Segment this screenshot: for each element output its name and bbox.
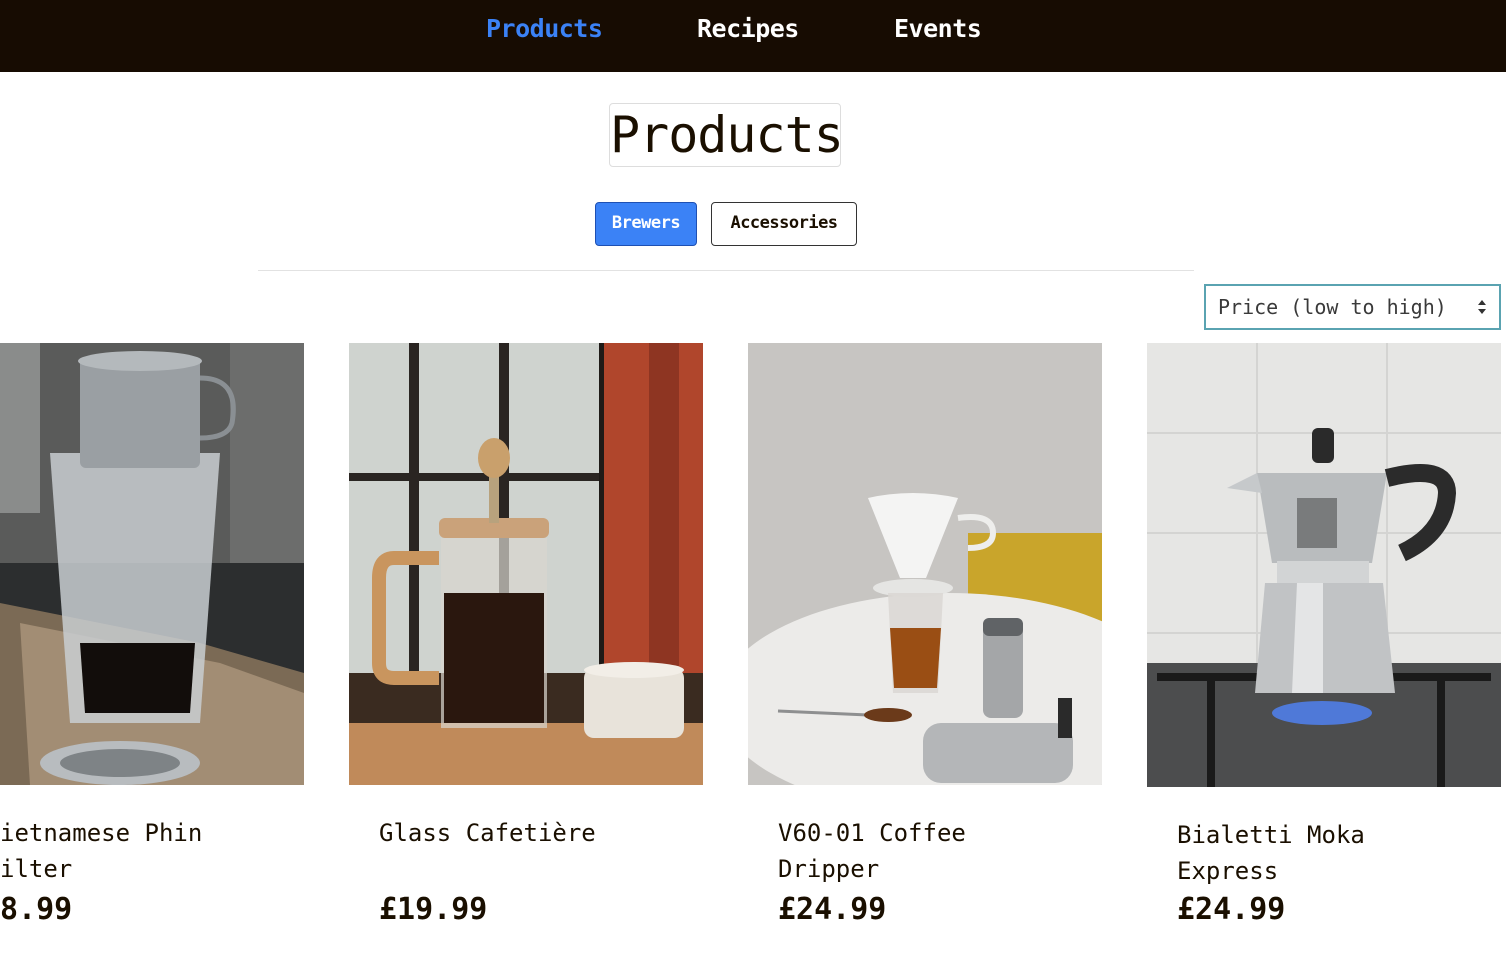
product-name-text: Glass Cafetière <box>379 819 596 847</box>
divider <box>258 270 1194 271</box>
sort-select-value: Price (low to high) <box>1218 295 1447 319</box>
product-price: £19.99 <box>379 892 488 927</box>
product-image-glass-cafetiere[interactable] <box>349 343 703 785</box>
product-price: 8.99 <box>0 892 73 927</box>
product-name[interactable]: Glass Cafetière <box>379 815 699 851</box>
product-name[interactable]: V60-01 Coffee Dripper <box>778 815 1098 887</box>
product-price: £24.99 <box>778 892 887 927</box>
product-image-v60-dripper[interactable] <box>748 343 1102 785</box>
sort-arrows-icon <box>1478 300 1486 314</box>
nav-item-recipes[interactable]: Recipes <box>697 14 799 43</box>
product-image-moka-express[interactable] <box>1147 343 1501 787</box>
tab-accessories[interactable]: Accessories <box>711 202 857 246</box>
tab-brewers[interactable]: Brewers <box>595 202 697 246</box>
product-name-text: Bialetti Moka Express <box>1177 821 1365 885</box>
product-name-text: ietnamese Phin ilter <box>0 819 203 883</box>
product-name[interactable]: ietnamese Phin ilter <box>0 815 320 887</box>
product-price: £24.99 <box>1177 892 1286 927</box>
nav-item-events[interactable]: Events <box>894 14 982 43</box>
nav-item-products[interactable]: Products <box>486 14 603 43</box>
product-image-phin-filter[interactable] <box>0 343 304 785</box>
product-name[interactable]: Bialetti Moka Express <box>1177 817 1497 889</box>
product-name-text: V60-01 Coffee Dripper <box>778 819 966 883</box>
page-title: Products <box>609 103 844 167</box>
top-nav: Products Recipes Events <box>0 0 1506 72</box>
sort-select[interactable]: Price (low to high) <box>1204 284 1501 330</box>
